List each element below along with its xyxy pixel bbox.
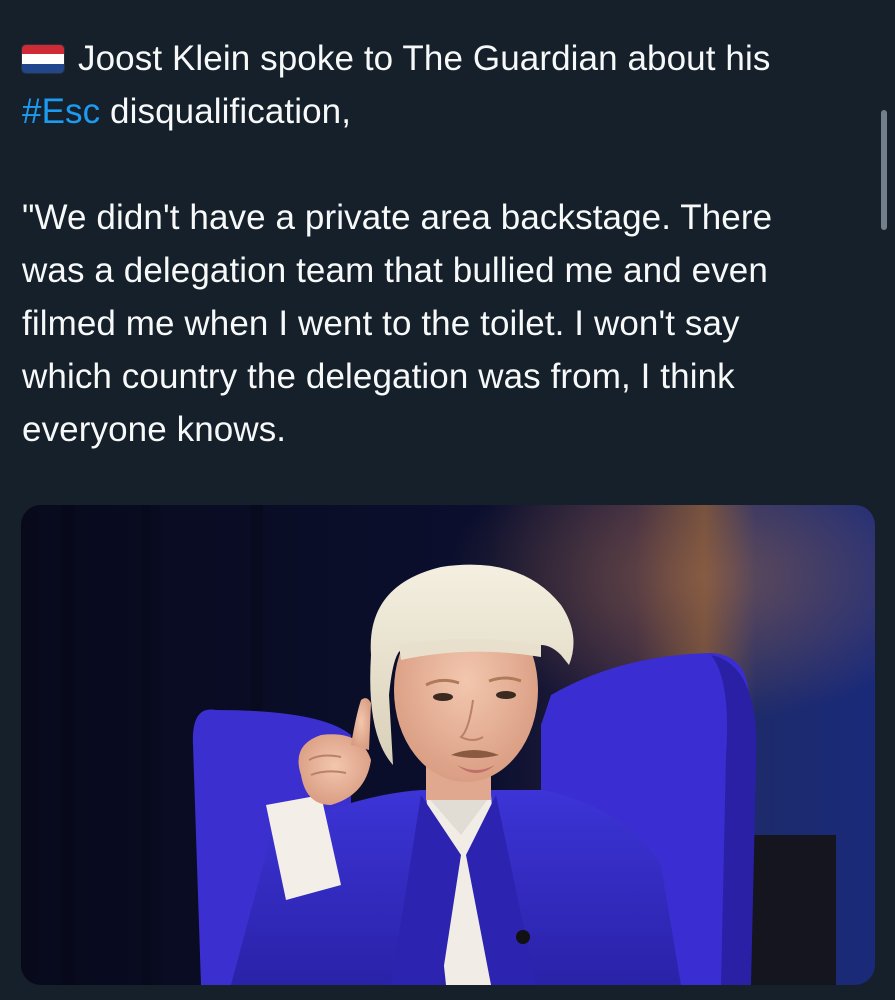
scrollbar[interactable] <box>881 110 887 230</box>
tweet-line-1: Joost Klein spoke to The Guardian about … <box>22 32 862 85</box>
quote-line: everyone knows. <box>22 410 287 449</box>
netherlands-flag-icon <box>22 45 64 73</box>
tweet-headline-rest: disqualification, <box>100 92 352 131</box>
tweet-line-2: #Esc disqualification, <box>22 85 862 138</box>
tweet-text: Joost Klein spoke to The Guardian about … <box>22 32 862 456</box>
quote-line: filmed me when I went to the toilet. I w… <box>22 304 740 343</box>
quote-line: was a delegation team that bullied me an… <box>22 251 768 290</box>
quote-line: which country the delegation was from, I… <box>22 357 735 396</box>
tweet-photo[interactable] <box>21 505 875 985</box>
performer-photo-illustration <box>21 505 875 985</box>
quote-line: "We didn't have a private area backstage… <box>22 198 773 237</box>
hashtag-link[interactable]: #Esc <box>22 92 100 131</box>
tweet-headline: Joost Klein spoke to The Guardian about … <box>78 39 771 78</box>
